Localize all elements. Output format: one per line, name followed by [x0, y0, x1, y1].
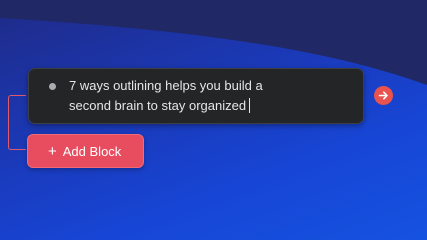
- plus-icon: +: [48, 142, 57, 160]
- block-connector-line: [8, 95, 26, 150]
- add-block-button[interactable]: + Add Block: [27, 134, 144, 168]
- outline-block[interactable]: 7 ways outlining helps you build a secon…: [28, 68, 364, 124]
- text-caret: [249, 98, 251, 113]
- bullet-dot-icon: [49, 83, 56, 90]
- arrow-right-icon: [378, 91, 388, 100]
- block-text-editor[interactable]: 7 ways outlining helps you build a secon…: [69, 76, 349, 116]
- submit-button[interactable]: [374, 86, 393, 105]
- add-block-label: Add Block: [62, 143, 122, 159]
- block-text-line-2: second brain to stay organized: [69, 96, 349, 116]
- block-text-line-2-content: second brain to stay organized: [69, 98, 247, 113]
- block-text-line-1: 7 ways outlining helps you build a: [69, 78, 263, 93]
